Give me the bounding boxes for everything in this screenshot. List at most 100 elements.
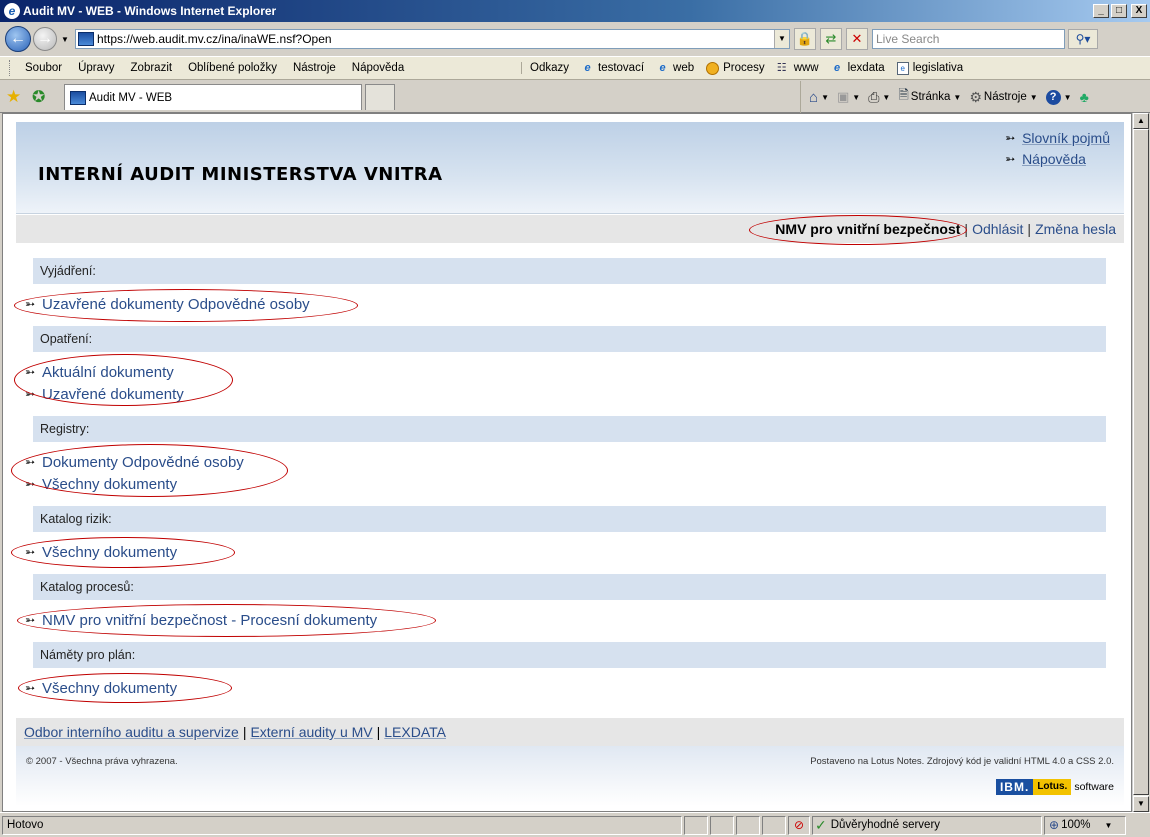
page-icon: 🗎	[898, 87, 909, 102]
gear-icon: ⚙	[969, 88, 982, 105]
section-header-opatreni: Opatření:	[33, 326, 1106, 352]
close-button[interactable]: X	[1131, 4, 1147, 18]
scroll-up-button[interactable]: ▲	[1133, 113, 1149, 129]
link-registry-vsechny[interactable]: ➳ Všechny dokumenty	[25, 473, 177, 495]
lock-icon[interactable]: 🔒	[794, 28, 816, 50]
recent-pages-dropdown[interactable]: ▼	[60, 35, 70, 44]
security-zone[interactable]: ✓ Důvěryhodné servery	[812, 815, 1042, 835]
change-password-link[interactable]: Změna hesla	[1035, 221, 1116, 237]
home-icon: ⌂	[809, 88, 819, 106]
logout-link[interactable]: Odhlásit	[972, 221, 1023, 237]
link-opatreni-uzavrene[interactable]: ➳ Uzavřené dokumenty	[25, 383, 184, 405]
menu-upravy[interactable]: Úpravy	[70, 62, 122, 74]
status-bar: Hotovo ⊘ ✓ Důvěryhodné servery ⊕ 100% ▼	[0, 812, 1150, 837]
blocked-content-icon[interactable]: ⊘	[788, 815, 810, 835]
link-lexdata[interactable]: e lexdata	[825, 62, 891, 75]
ibm-logo-text: IBM.	[995, 779, 1034, 795]
tab-audit-mv[interactable]: Audit MV - WEB	[64, 84, 362, 110]
link-namety-vsechny[interactable]: ➳ Všechny dokumenty	[25, 677, 177, 699]
menu-nastroje[interactable]: Nástroje	[285, 62, 344, 74]
toolbar-grip	[9, 60, 12, 76]
arrow-right-icon: ➳	[1005, 131, 1016, 145]
arrow-right-icon: ➳	[25, 545, 36, 559]
forward-button[interactable]: →	[33, 27, 57, 51]
arrow-right-icon: ➳	[25, 681, 36, 695]
link-vyjadreni-uzavrene[interactable]: ➳ Uzavřené dokumenty Odpovědné osoby	[25, 293, 310, 315]
software-logo-text: software	[1074, 781, 1114, 793]
arrow-right-icon: ➳	[25, 387, 36, 401]
menu-napoveda[interactable]: Nápověda	[344, 62, 412, 74]
address-dropdown-button[interactable]: ▼	[774, 30, 789, 48]
link-registry-odpovedne[interactable]: ➳ Dokumenty Odpovědné osoby	[25, 451, 244, 473]
research-button[interactable]: ♣	[1076, 89, 1093, 105]
command-bar: ⌂ ▼ ▣ ▼ ⎙ ▼ 🗎 Stránka ▼ ⚙ Nástroje ▼ ? ▼ ♣	[800, 81, 1093, 113]
tools-menu-button[interactable]: ⚙ Nástroje ▼	[965, 89, 1041, 106]
section-header-vyjadreni: Vyjádření:	[33, 258, 1106, 284]
refresh-icon[interactable]: ⇄	[820, 28, 842, 50]
user-bar: NMV pro vnitřní bezpečnost | Odhlásit | …	[16, 215, 1124, 243]
address-input[interactable]: https://web.audit.mv.cz/ina/inaWE.nsf?Op…	[97, 32, 774, 46]
help-button[interactable]: ? ▼	[1042, 89, 1076, 105]
link-www[interactable]: ☷ www	[771, 62, 825, 75]
tabs-toolbar: ★ ✪ Audit MV - WEB ⌂ ▼ ▣ ▼ ⎙ ▼ 🗎 Stránka ▼ ⚙ N…	[0, 81, 1150, 113]
arrow-right-icon: ➳	[25, 613, 36, 627]
arrow-right-icon: ➳	[25, 477, 36, 491]
powered-by-text: Postaveno na Lotus Notes. Zdrojový kód j…	[810, 756, 1114, 767]
network-icon: ☷	[776, 61, 787, 74]
menu-oblibene[interactable]: Oblíbené položky	[180, 62, 285, 74]
window-title-bar: e Audit MV - WEB - Windows Internet Expl…	[0, 0, 1150, 22]
page-title: INTERNÍ AUDIT MINISTERSTVA VNITRA	[38, 164, 443, 185]
link-procesy-nmv[interactable]: ➳ NMV pro vnitřní bezpečnost - Procesní …	[25, 609, 377, 631]
print-button[interactable]: ⎙ ▼	[864, 89, 894, 106]
footer-link-externi[interactable]: Externí audity u MV	[250, 724, 372, 740]
arrow-right-icon: ➳	[25, 297, 36, 311]
menu-bar: Soubor Úpravy Zobrazit Oblíbené položky …	[0, 56, 1150, 80]
address-toolbar: ← → ▼ https://web.audit.mv.cz/ina/inaWE.…	[0, 22, 1150, 56]
section-header-namety: Náměty pro plán:	[33, 642, 1106, 668]
page-menu-button[interactable]: 🗎 Stránka ▼	[894, 86, 965, 108]
footer-bar: © 2007 - Všechna práva vyhrazena. Postav…	[16, 746, 1124, 806]
add-favorite-icon[interactable]: ✪	[32, 87, 52, 107]
link-testovaci[interactable]: e testovací	[575, 62, 650, 75]
menu-zobrazit[interactable]: Zobrazit	[123, 62, 181, 74]
link-web[interactable]: e web	[650, 62, 700, 75]
search-icon[interactable]: ⚲▾	[1068, 29, 1098, 49]
back-button[interactable]: ←	[5, 26, 31, 52]
link-opatreni-aktualni[interactable]: ➳ Aktuální dokumenty	[25, 361, 174, 383]
link-procesy[interactable]: Procesy	[700, 61, 771, 75]
ie-page-icon: e	[834, 61, 841, 74]
maximize-button[interactable]: □	[1111, 4, 1127, 18]
feeds-button[interactable]: ▣ ▼	[833, 89, 864, 105]
help-link[interactable]: ➳ Nápověda	[1005, 151, 1110, 167]
footer-link-lexdata[interactable]: LEXDATA	[384, 724, 446, 740]
address-bar[interactable]: https://web.audit.mv.cz/ina/inaWE.nsf?Op…	[75, 29, 790, 49]
current-user-name: NMV pro vnitřní bezpečnost	[775, 221, 961, 237]
favorites-star-icon[interactable]: ★	[6, 87, 26, 107]
home-button[interactable]: ⌂ ▼	[805, 89, 833, 106]
section-header-katalog-procesu: Katalog procesů:	[33, 574, 1106, 600]
minimize-button[interactable]: _	[1093, 4, 1109, 18]
scroll-down-button[interactable]: ▼	[1133, 796, 1149, 812]
arrow-right-icon: ➳	[25, 365, 36, 379]
link-rizika-vsechny[interactable]: ➳ Všechny dokumenty	[25, 541, 177, 563]
search-input[interactable]: Live Search	[872, 29, 1065, 49]
help-icon: ?	[1045, 89, 1061, 105]
arrow-right-icon: ➳	[25, 455, 36, 469]
window-title: Audit MV - WEB - Windows Internet Explor…	[23, 4, 277, 18]
vertical-scrollbar[interactable]: ▲ ▼	[1132, 113, 1149, 812]
footer-links: Odbor interního auditu a supervize | Ext…	[16, 718, 1124, 746]
copyright-text: © 2007 - Všechna práva vyhrazena.	[26, 756, 178, 767]
scroll-thumb[interactable]	[1133, 129, 1149, 795]
glossary-link[interactable]: ➳ Slovník pojmů	[1005, 130, 1110, 146]
page-header: INTERNÍ AUDIT MINISTERSTVA VNITRA ➳ Slov…	[16, 122, 1124, 214]
link-legislativa[interactable]: e legislativa	[891, 61, 970, 75]
menu-soubor[interactable]: Soubor	[17, 62, 70, 74]
footer-link-odbor[interactable]: Odbor interního auditu a supervize	[24, 724, 239, 740]
ie-logo-icon: e	[4, 3, 20, 19]
site-favicon-icon	[78, 32, 94, 46]
ibm-lotus-logo: IBM. Lotus. software	[995, 779, 1114, 795]
status-text: Hotovo	[2, 815, 682, 835]
stop-icon[interactable]: ✕	[846, 28, 868, 50]
new-tab-button[interactable]	[365, 84, 395, 110]
zoom-control[interactable]: ⊕ 100% ▼	[1044, 815, 1126, 835]
